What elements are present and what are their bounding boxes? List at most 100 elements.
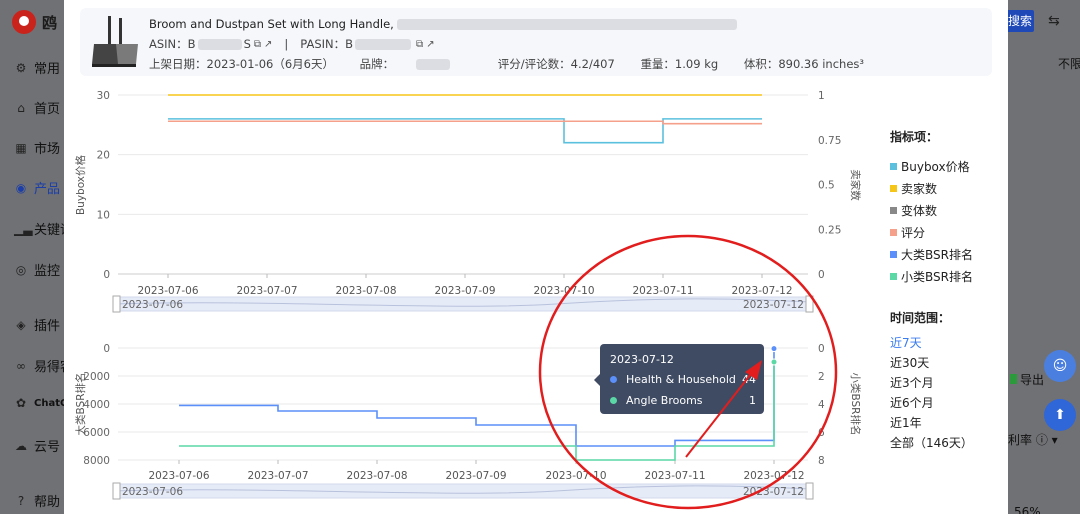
y-tick-label: 0 <box>103 343 110 355</box>
sidebar-item-label: 首页 <box>34 102 61 117</box>
metric-legend: 指标项： Buybox价格 卖家数 变体数 评分 大类BSR排名 小类BSR排名 <box>890 128 973 287</box>
y-tick-label: 30 <box>97 90 110 102</box>
back-to-top-icon[interactable]: ⬆ <box>1044 399 1076 431</box>
chatgpt-icon: ✿ <box>15 396 27 410</box>
legend-label: Buybox价格 <box>901 159 970 174</box>
sidebar-item-help[interactable]: ? 帮助 <box>14 491 61 511</box>
x-tick-label: 2023-07-07 <box>247 470 308 482</box>
x-tick-label: 2023-07-11 <box>632 285 693 297</box>
link-icon: ∞ <box>16 358 26 373</box>
sidebar-item-home[interactable]: ⌂ 首页 <box>14 98 61 118</box>
sidebar-item-label: 帮助 <box>34 495 61 510</box>
range-slider-start: 2023-07-06 <box>122 486 183 498</box>
hover-point-main-bsr <box>770 345 778 353</box>
y2-tick-label: 1 <box>818 90 825 102</box>
y-tick-label: 8000 <box>83 455 110 467</box>
percent-text: 56% <box>1014 505 1041 514</box>
x-tick-label: 2023-07-06 <box>148 470 209 482</box>
export-button[interactable]: 导出 <box>1010 371 1044 388</box>
x-tick-label: 2023-07-12 <box>743 470 804 482</box>
y-tick-label: 20 <box>97 150 110 162</box>
range-slider-end: 2023-07-12 <box>743 486 804 498</box>
sidebar-item-common[interactable]: ⚙ 常用 <box>14 58 60 78</box>
customer-service-icon[interactable]: ☺ <box>1044 350 1076 382</box>
tooltip-row: Health & Household 44 <box>610 373 756 386</box>
tooltip-dot <box>610 397 617 404</box>
y2-tick-label: 0 <box>818 343 825 355</box>
time-range-option-30d[interactable]: 近30天 <box>890 353 973 373</box>
x-tick-label: 2023-07-08 <box>346 470 407 482</box>
sidebar-item-plugin[interactable]: ◈ 插件 <box>14 315 61 335</box>
y-tick-label: 10 <box>97 209 110 221</box>
chart-tooltip: 2023-07-12 Health & Household 44 Angle B… <box>594 344 764 414</box>
legend-item-buybox[interactable]: Buybox价格 <box>890 155 973 177</box>
time-range-selector: 时间范围： 近7天 近30天 近3个月 近6个月 近1年 全部（146天） <box>890 309 973 453</box>
sidebar-item-label: 产品 <box>34 182 61 197</box>
range-slider-handle-left <box>112 295 121 313</box>
sidebar-item-monitor[interactable]: ◎ 监控 <box>14 260 61 280</box>
hover-point-sub-bsr <box>770 358 778 366</box>
y2-tick-label: 0.75 <box>818 135 841 147</box>
y2-axis-title: 小类BSR排名 <box>849 373 862 436</box>
x-tick-label: 2023-07-10 <box>533 285 594 297</box>
time-range-option-6m[interactable]: 近6个月 <box>890 393 973 413</box>
x-tick-label: 2023-07-11 <box>644 470 705 482</box>
logo-text: 鸥 <box>42 13 58 32</box>
app-logo[interactable]: 鸥 <box>12 10 57 34</box>
x-tick-label: 2023-07-08 <box>335 285 396 297</box>
legend-label: 大类BSR排名 <box>901 247 973 262</box>
y2-tick-label: 0.25 <box>818 224 841 236</box>
time-range-option-3m[interactable]: 近3个月 <box>890 373 973 393</box>
tooltip-series-name: Health & Household <box>626 373 736 386</box>
time-range-option-all[interactable]: 全部（146天） <box>890 433 973 453</box>
home-icon: ⌂ <box>17 100 25 115</box>
plugin-icon: ◈ <box>16 317 26 332</box>
logo-icon <box>12 10 36 34</box>
range-slider-start: 2023-07-06 <box>122 299 183 311</box>
time-range-option-7d[interactable]: 近7天 <box>890 333 973 353</box>
legend-label: 小类BSR排名 <box>901 269 973 284</box>
sidebar-item-product[interactable]: ◉ 产品 <box>14 178 61 198</box>
sidebar-item-label: 监控 <box>34 264 61 279</box>
legend-item-sub-bsr[interactable]: 小类BSR排名 <box>890 265 973 287</box>
range-slider-handle-right <box>805 295 814 313</box>
profit-column-header[interactable]: 利率 ⓘ ▾ <box>1008 431 1058 448</box>
x-tick-label: 2023-07-07 <box>236 285 297 297</box>
range-slider-handle-right <box>805 482 814 500</box>
trend-charts: 010203000.250.50.751Buybox价格 卖家数2023-07-0… <box>74 90 862 500</box>
product-trend-modal: Broom and Dustpan Set with Long Handle, … <box>64 0 1008 514</box>
legend-item-sellers[interactable]: 卖家数 <box>890 177 973 199</box>
y-tick-label: 2000 <box>83 371 110 383</box>
swap-icon[interactable]: ⇆ <box>1048 13 1060 29</box>
x-tick-label: 2023-07-10 <box>545 470 606 482</box>
legend-item-rating[interactable]: 评分 <box>890 221 973 243</box>
sidebar-item-cloud[interactable]: ☁ 云号 <box>14 436 60 456</box>
excel-icon <box>1010 374 1017 384</box>
legend-item-main-bsr[interactable]: 大类BSR排名 <box>890 243 973 265</box>
tooltip-date: 2023-07-12 <box>610 353 674 366</box>
legend-label: 卖家数 <box>901 181 938 196</box>
legend-swatch <box>890 228 897 236</box>
x-tick-label: 2023-07-09 <box>445 470 506 482</box>
range-slider-handle-left <box>112 482 121 500</box>
legend-item-variants[interactable]: 变体数 <box>890 199 973 221</box>
profit-label: 利率 <box>1008 433 1033 447</box>
time-range-option-1y[interactable]: 近1年 <box>890 413 973 433</box>
legend-swatch <box>890 250 897 258</box>
tooltip-series-value: 44 <box>742 373 756 386</box>
series-line-Buybox价格 <box>168 118 762 144</box>
cloud-icon: ☁ <box>15 438 27 453</box>
legend-swatch <box>890 206 897 214</box>
legend-title: 指标项： <box>890 130 939 144</box>
sidebar-item-market[interactable]: ▦ 市场 <box>14 138 60 158</box>
legend-swatch <box>890 162 897 170</box>
search-button[interactable]: 搜索 <box>1006 10 1034 32</box>
y-tick-label: 4000 <box>83 399 110 411</box>
monitor-icon: ◎ <box>15 262 27 277</box>
x-tick-label: 2023-07-12 <box>731 285 792 297</box>
y-axis-title: Buybox价格 <box>74 154 87 215</box>
y2-tick-label: 6 <box>818 427 825 439</box>
y2-tick-label: 8 <box>818 455 825 467</box>
sidebar-item-label: 插件 <box>34 319 61 334</box>
y-tick-label: 0 <box>103 269 110 281</box>
